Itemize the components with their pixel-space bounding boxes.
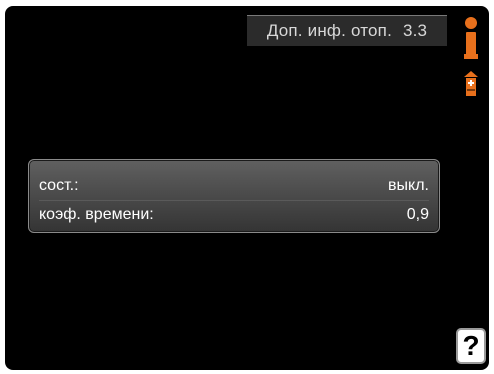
time-factor-value: 0,9: [406, 206, 429, 223]
display-screen: Доп. инф. отоп. 3.3 сост.: выкл. коэф. в…: [5, 6, 489, 370]
status-label: сост.:: [39, 177, 79, 194]
settings-panel: сост.: выкл. коэф. времени: 0,9: [28, 159, 440, 233]
help-button[interactable]: ?: [456, 328, 486, 364]
menu-number: 3.3: [402, 21, 428, 40]
heating-icon: [464, 71, 478, 96]
page-title-text: Доп. инф. отоп.: [266, 21, 392, 40]
help-icon: ?: [462, 330, 480, 361]
status-value: выкл.: [388, 177, 429, 194]
time-factor-row[interactable]: коэф. времени: 0,9: [39, 200, 429, 229]
time-factor-label: коэф. времени:: [39, 206, 154, 223]
page-title: Доп. инф. отоп. 3.3: [247, 16, 447, 46]
status-row[interactable]: сост.: выкл.: [39, 172, 429, 200]
info-icon: [464, 17, 478, 59]
